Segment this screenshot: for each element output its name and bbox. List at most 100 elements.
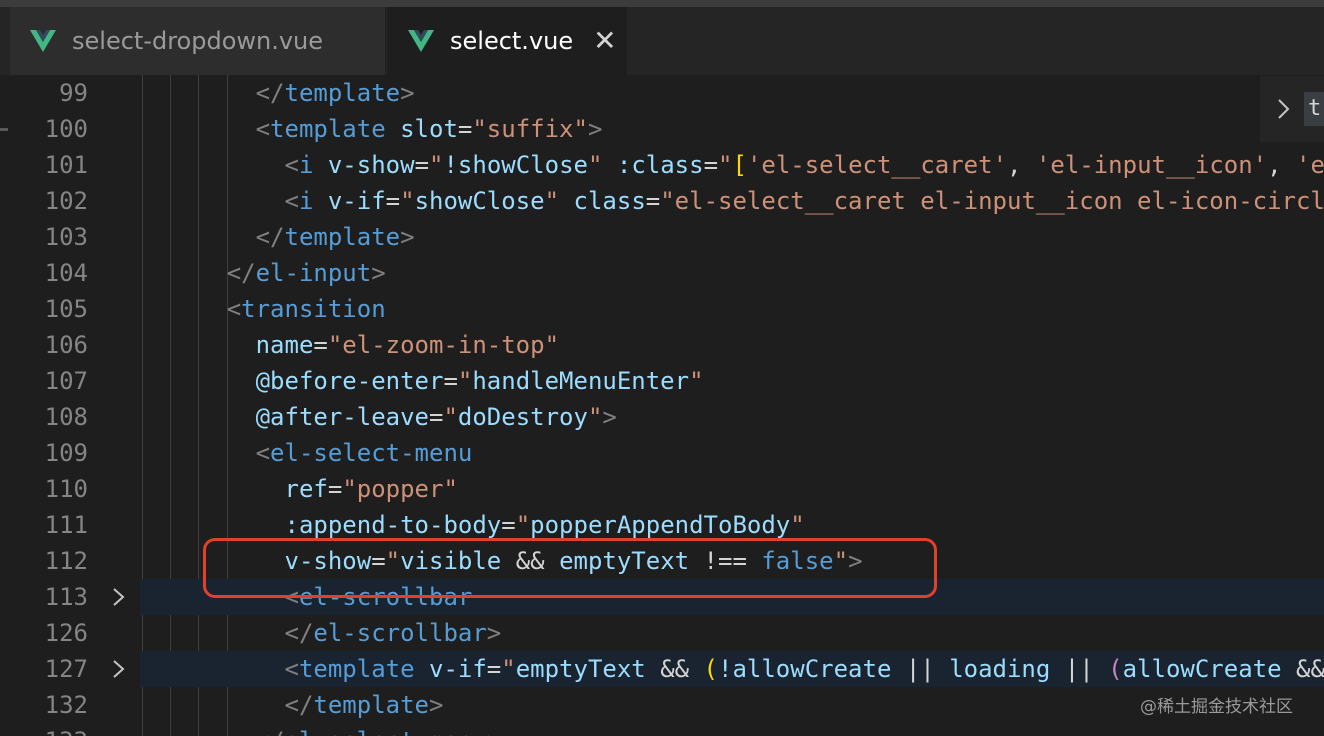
code-token: < xyxy=(255,115,271,143)
code-token: slot xyxy=(400,115,458,143)
line-number: 113 xyxy=(44,583,88,611)
code-line[interactable]: ref="popper" xyxy=(140,471,1324,507)
line-number: 110 xyxy=(44,475,88,503)
line-number: 102 xyxy=(44,187,88,215)
code-token: "popper" xyxy=(342,475,458,503)
code-token: handleMenuEnter xyxy=(472,367,690,395)
code-token: !allowCreate xyxy=(718,655,892,683)
code-line[interactable]: </el-select-menu> xyxy=(140,723,1324,736)
code-token: </ xyxy=(284,691,314,719)
line-number: 107 xyxy=(44,367,88,395)
highlight-annotation-box xyxy=(203,538,937,598)
code-line[interactable]: @after-leave="doDestroy"> xyxy=(140,399,1324,435)
tab-label: select-dropdown.vue xyxy=(72,27,324,55)
code-token: allowCreate xyxy=(1122,655,1282,683)
code-line[interactable]: <el-select-menu xyxy=(140,435,1324,471)
code-token: " xyxy=(689,367,704,395)
code-token: > xyxy=(400,223,415,251)
code-line[interactable]: <transition xyxy=(140,291,1324,327)
code-line[interactable]: @before-enter="handleMenuEnter" xyxy=(140,363,1324,399)
tab-bar: select-dropdown.vue select.vue ✕ xyxy=(0,7,1324,75)
line-number: 108 xyxy=(44,403,88,431)
code-token: = xyxy=(703,151,719,179)
vue-logo-icon xyxy=(30,30,56,52)
code-token: [ xyxy=(732,151,747,179)
code-token: " xyxy=(457,367,473,395)
code-token: ( xyxy=(1108,655,1123,683)
code-token: " xyxy=(790,511,805,539)
code-token: i xyxy=(298,151,314,179)
close-icon[interactable]: ✕ xyxy=(593,27,616,55)
code-editor[interactable]: 99 </template> 100 <template slot="suffix… xyxy=(0,75,1324,736)
fold-chevron-icon[interactable] xyxy=(110,651,130,687)
tab-select-dropdown-vue[interactable]: select-dropdown.vue xyxy=(10,7,386,75)
line-number: 132 xyxy=(44,691,88,719)
line-number: 109 xyxy=(44,439,88,467)
code-token: el-select-menu xyxy=(270,439,473,467)
chevron-right-icon[interactable] xyxy=(1274,94,1294,124)
code-token: template xyxy=(313,691,429,719)
line-number: 104 xyxy=(44,259,88,287)
code-token: v-if xyxy=(429,655,487,683)
line-number: 105 xyxy=(44,295,88,323)
code-line[interactable]: <template slot="suffix"> xyxy=(140,111,1324,147)
line-number: 99 xyxy=(59,79,88,107)
code-line[interactable]: <i v-show="!showClose" :class="['el-sele… xyxy=(140,147,1324,183)
code-line[interactable]: </el-scrollbar> xyxy=(140,615,1324,651)
code-token: > xyxy=(486,619,502,647)
code-line[interactable]: </template> xyxy=(140,219,1324,255)
code-token: showClose xyxy=(414,187,545,215)
code-token: v-if xyxy=(327,187,386,215)
code-line[interactable]: </template> xyxy=(140,75,1324,111)
tab-select-vue[interactable]: select.vue ✕ xyxy=(387,7,627,75)
code-token: @before-enter xyxy=(255,367,444,395)
code-token: " xyxy=(429,151,444,179)
line-number: 111 xyxy=(44,511,88,539)
code-token: </ xyxy=(226,259,256,287)
code-token: < xyxy=(284,655,299,683)
peek-text: t xyxy=(1304,92,1324,126)
code-token: = xyxy=(428,403,444,431)
peek-widget[interactable]: t xyxy=(1260,76,1324,142)
code-line[interactable]: name="el-zoom-in-top" xyxy=(140,327,1324,363)
code-token: " xyxy=(515,511,531,539)
line-number: 112 xyxy=(44,547,88,575)
code-token: @after-leave xyxy=(255,403,429,431)
code-token: ( xyxy=(703,655,718,683)
code-line[interactable]: <i v-if="showClose" class="el-select__ca… xyxy=(140,183,1324,219)
code-token: < xyxy=(284,187,299,215)
code-token: class xyxy=(573,187,646,215)
code-token: ref xyxy=(284,475,328,503)
code-line[interactable]: <template v-if="emptyText && (!allowCrea… xyxy=(140,651,1324,687)
code-token: el-input xyxy=(255,259,372,287)
fold-chevron-icon[interactable] xyxy=(110,579,130,615)
code-token: doDestroy xyxy=(457,403,588,431)
code-line[interactable]: </el-input> xyxy=(140,255,1324,291)
line-number: 133 xyxy=(0,723,88,736)
code-token: i xyxy=(298,187,314,215)
code-token: || xyxy=(1050,655,1109,683)
code-token: < xyxy=(255,439,271,467)
code-token: 'el-select__caret' xyxy=(746,151,1008,179)
tab-label: select.vue xyxy=(450,27,574,55)
code-token: el-select-menu xyxy=(285,727,487,736)
code-token: popperAppendToBody xyxy=(530,511,791,539)
code-token: v-show xyxy=(327,151,415,179)
code-token: </ xyxy=(284,619,314,647)
editor-scroll-marker xyxy=(0,128,8,131)
code-token: < xyxy=(226,295,242,323)
watermark: @稀土掘金技术社区 xyxy=(1140,697,1293,717)
